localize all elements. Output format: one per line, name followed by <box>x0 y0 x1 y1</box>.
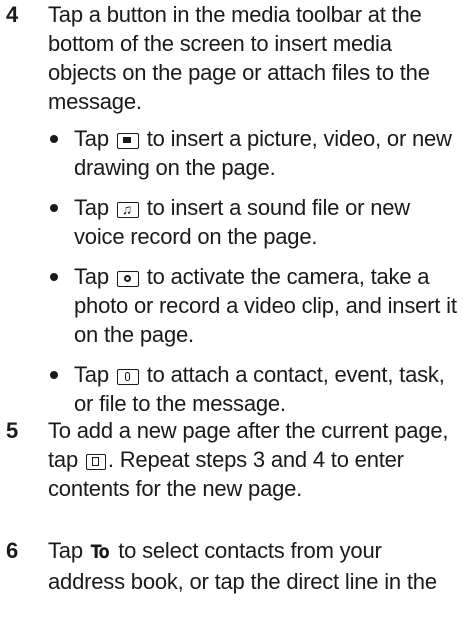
to-button-icon: To <box>90 541 109 563</box>
bullet-pre: Tap <box>74 362 109 387</box>
bullet-list: Tap to insert a picture, video, or new d… <box>48 124 463 418</box>
bullet-item: Tap to activate the camera, take a photo… <box>48 262 463 349</box>
bullet-item: Tap to insert a picture, video, or new d… <box>48 124 463 182</box>
step-6: 6 Tap To to select contacts from your ad… <box>0 536 463 596</box>
picture-icon <box>116 133 139 149</box>
bullet-item: Tap to attach a contact, event, task, or… <box>48 360 463 418</box>
step-4: 4 Tap a button in the media toolbar at t… <box>0 0 463 429</box>
attach-icon <box>116 369 139 385</box>
manual-page: 4 Tap a button in the media toolbar at t… <box>0 0 463 623</box>
bullet-pre: Tap <box>74 195 109 220</box>
step-number: 6 <box>6 538 19 563</box>
bullet-item: Tap to insert a sound file or new voice … <box>48 193 463 251</box>
bullet-pre: Tap <box>74 126 109 151</box>
sound-icon <box>116 198 139 220</box>
step-text: Tap a button in the media toolbar at the… <box>48 2 430 114</box>
step-text: Tap <box>48 538 83 563</box>
step-number: 5 <box>6 418 19 443</box>
step-number: 4 <box>6 2 19 27</box>
camera-icon <box>116 271 139 287</box>
step-5: 5 To add a new page after the current pa… <box>0 416 463 503</box>
new-page-icon <box>85 454 106 470</box>
bullet-pre: Tap <box>74 264 109 289</box>
